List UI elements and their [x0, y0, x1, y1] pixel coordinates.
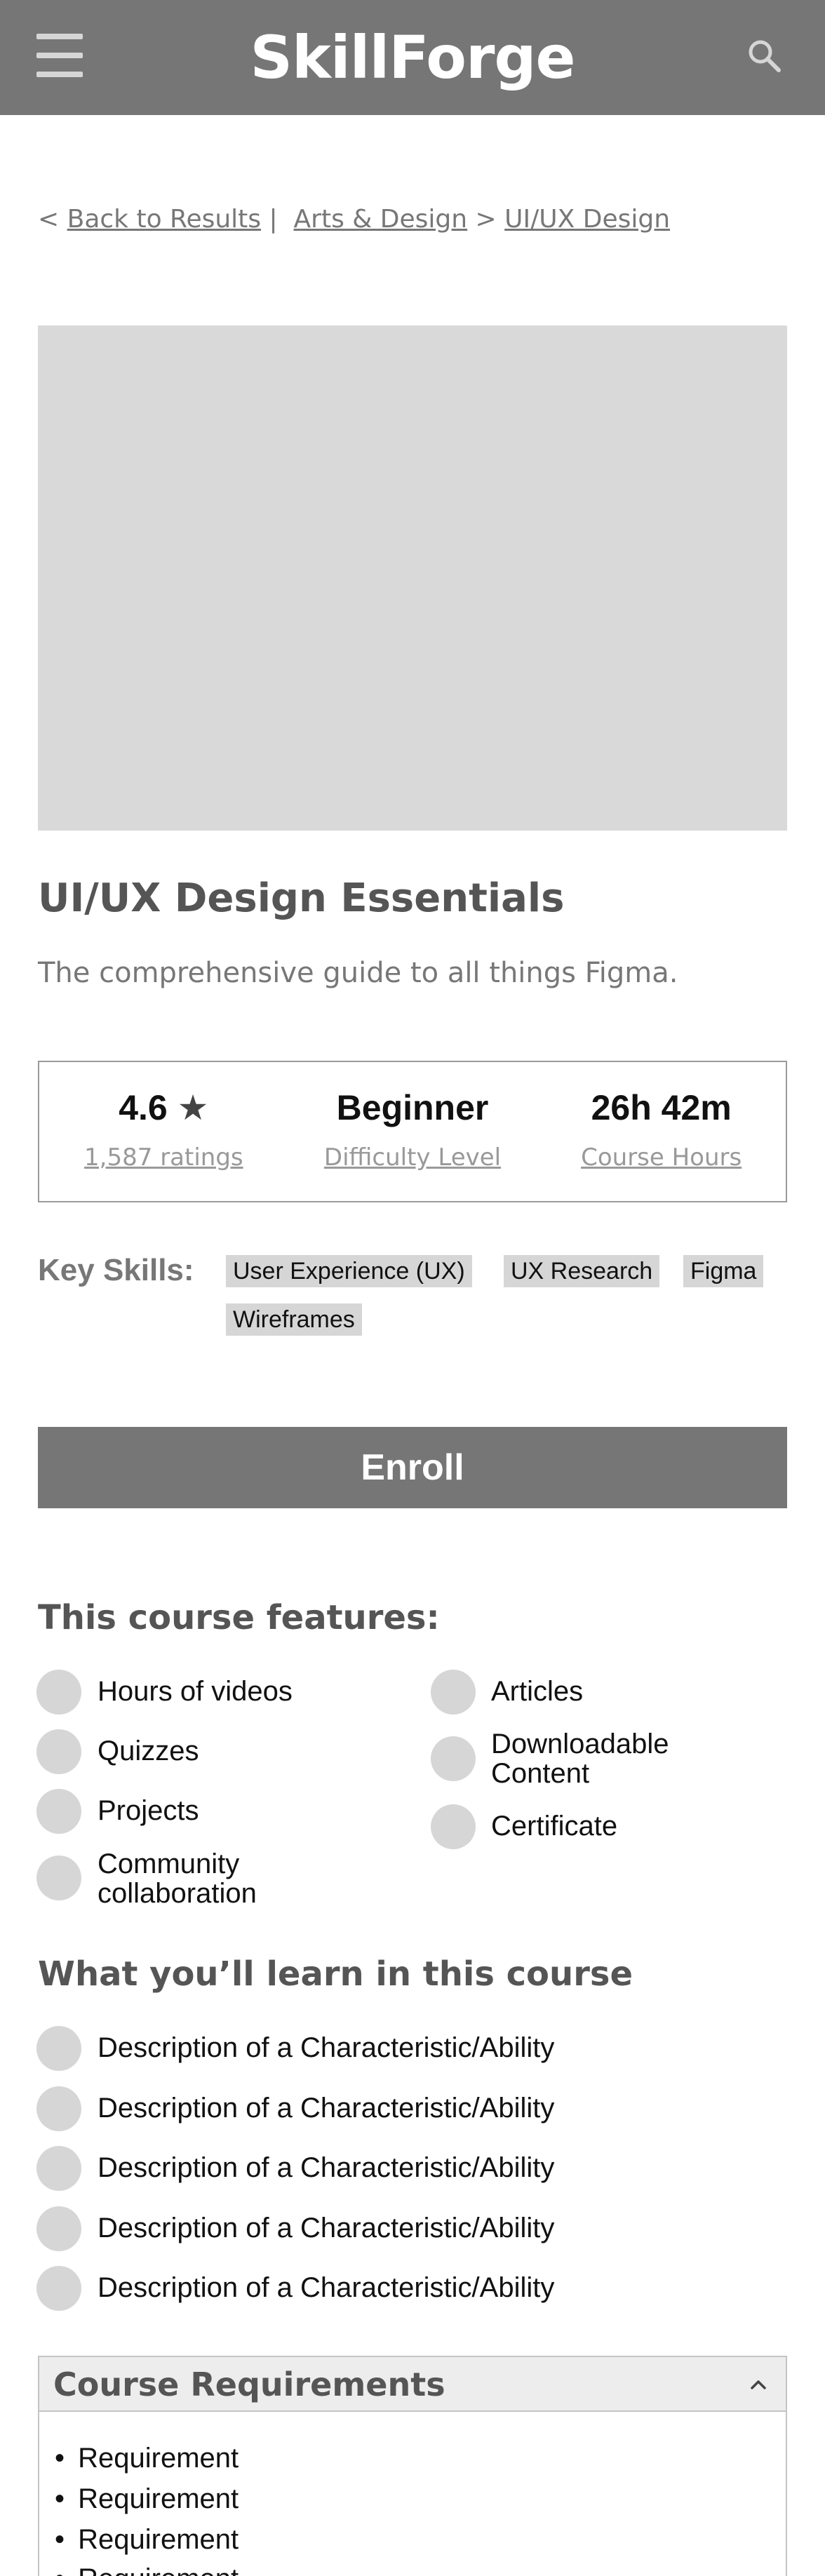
feature-label: Projects: [98, 1795, 199, 1826]
feature-label: Articles: [491, 1676, 584, 1707]
enroll-button[interactable]: Enroll: [38, 1427, 787, 1508]
bullet: •: [55, 2524, 65, 2555]
breadcrumb-divider: |: [269, 205, 278, 234]
breadcrumb: < Back to Results | Arts & Design > UI/U…: [38, 205, 670, 234]
requirements-accordion: Course Requirements • Requirement • Requ…: [38, 2356, 787, 2576]
feature-label: Hours of videos: [98, 1676, 293, 1707]
requirement-text: Requirement: [78, 2443, 239, 2474]
hamburger-menu-icon[interactable]: [36, 34, 83, 77]
bullet: •: [55, 2443, 65, 2474]
learn-icon: [36, 2086, 81, 2131]
rating-value: 4.6: [119, 1088, 168, 1127]
learn-item: Description of a Characteristic/Ability: [98, 2032, 555, 2063]
skill-chip[interactable]: UX Research: [504, 1255, 660, 1287]
feature-icon: [36, 1670, 81, 1715]
back-to-results-link[interactable]: Back to Results: [67, 205, 261, 234]
hours-value: 26h 42m: [591, 1088, 732, 1127]
chevron-up-icon[interactable]: [746, 2373, 770, 2396]
skill-chip[interactable]: Wireframes: [226, 1303, 362, 1336]
feature-icon: [431, 1670, 476, 1715]
feature-label: Quizzes: [98, 1736, 199, 1766]
breadcrumb-arrow: >: [475, 205, 497, 234]
hours-stat: 26h 42m Course Hours: [537, 1062, 786, 1201]
feature-label: Certificate: [491, 1811, 618, 1842]
requirement-item: • Requirement: [55, 2443, 239, 2474]
feature-icon: [36, 1856, 81, 1900]
learn-icon: [36, 2206, 81, 2251]
course-hero-image: [38, 326, 787, 831]
requirements-heading: Course Requirements: [53, 2366, 445, 2403]
rating-stat: 4.6 ★ 1,587 ratings: [39, 1062, 288, 1201]
learn-item: Description of a Characteristic/Ability: [98, 2272, 555, 2303]
breadcrumb-category-link[interactable]: Arts & Design: [294, 205, 468, 234]
skill-chip[interactable]: User Experience (UX): [226, 1255, 472, 1287]
hours-label[interactable]: Course Hours: [581, 1143, 742, 1172]
learn-item: Description of a Characteristic/Ability: [98, 2213, 555, 2243]
requirement-text: Requirement: [78, 2483, 239, 2514]
learn-item: Description of a Characteristic/Ability: [98, 2152, 555, 2183]
features-heading: This course features:: [38, 1598, 440, 1637]
feature-icon: [36, 1789, 81, 1834]
top-app-bar: SkillForge: [0, 0, 825, 115]
bullet: •: [55, 2483, 65, 2514]
difficulty-label[interactable]: Difficulty Level: [324, 1143, 501, 1172]
bullet: •: [55, 2563, 70, 2576]
requirement-item: • Requirement: [55, 2563, 239, 2576]
requirement-item: • Requirement: [55, 2524, 239, 2556]
breadcrumb-current-link[interactable]: UI/UX Design: [504, 205, 670, 234]
feature-label: Downloadable Content: [491, 1729, 669, 1789]
requirement-item: • Requirement: [55, 2483, 239, 2515]
back-chevron: <: [38, 205, 60, 234]
requirement-text: Requirement: [78, 2524, 239, 2555]
feature-icon: [431, 1804, 476, 1849]
course-subtitle: The comprehensive guide to all things Fi…: [38, 957, 678, 989]
course-title: UI/UX Design Essentials: [38, 876, 565, 921]
key-skills-label: Key Skills:: [38, 1253, 194, 1287]
feature-icon: [36, 1729, 81, 1774]
feature-icon: [431, 1736, 476, 1781]
feature-label: Community collaboration: [98, 1849, 257, 1909]
search-icon[interactable]: [745, 36, 784, 76]
brand-logo[interactable]: SkillForge: [250, 23, 576, 92]
ratings-count-link[interactable]: 1,587 ratings: [84, 1143, 243, 1172]
course-stats-panel: 4.6 ★ 1,587 ratings Beginner Difficulty …: [38, 1061, 787, 1202]
difficulty-stat: Beginner Difficulty Level: [288, 1062, 537, 1201]
requirement-text: Requirement: [78, 2563, 239, 2576]
requirements-accordion-header[interactable]: Course Requirements: [39, 2357, 786, 2412]
learn-heading: What you’ll learn in this course: [38, 1954, 633, 1994]
difficulty-value: Beginner: [336, 1088, 489, 1127]
learn-icon: [36, 2146, 81, 2191]
learn-icon: [36, 2026, 81, 2071]
learn-item: Description of a Characteristic/Ability: [98, 2093, 555, 2124]
star-icon: ★: [177, 1087, 209, 1128]
skill-chip[interactable]: Figma: [683, 1255, 764, 1287]
learn-icon: [36, 2266, 81, 2311]
